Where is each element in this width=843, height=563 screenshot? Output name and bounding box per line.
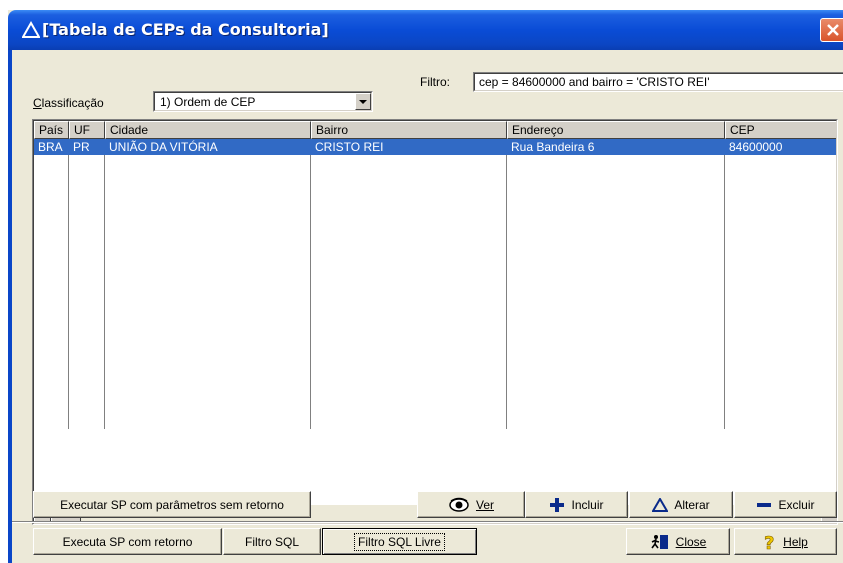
executar-sp-sem-retorno-label: Executar SP com parâmetros sem retorno [60,497,284,512]
cell-uf: PR [73,140,90,154]
main-window: [Tabela de CEPs da Consultoria] Filtro: … [8,10,843,563]
svg-text:?: ? [764,533,774,551]
classification-label-rest: lassificação [41,96,104,110]
eye-icon [449,497,469,512]
cell-endereco: Rua Bandeira 6 [511,140,595,154]
column-divider [68,139,69,429]
filtro-sql-label: Filtro SQL [244,534,299,549]
exit-door-icon [651,534,668,549]
filtro-sql-livre-label: Filtro SQL Livre [354,532,445,551]
filtro-sql-livre-button[interactable]: Filtro SQL Livre [322,528,477,555]
close-label: Close [675,534,707,549]
filter-label: Filtro: [420,75,450,89]
title-bar[interactable]: [Tabela de CEPs da Consultoria] [8,10,843,50]
column-header-cidade[interactable]: Cidade [105,121,311,139]
button-separator [12,521,843,523]
close-button[interactable]: Close [626,528,730,555]
window-title: [Tabela de CEPs da Consultoria] [42,20,329,39]
question-mark-icon: ? [764,533,775,551]
help-label: Help [783,534,808,549]
column-header-cep[interactable]: CEP [725,121,836,139]
executar-sp-sem-retorno-button[interactable]: Executar SP com parâmetros sem retorno [33,491,311,518]
filtro-sql-button[interactable]: Filtro SQL [223,528,321,555]
filter-field[interactable]: cep = 84600000 and bairro = 'CRISTO REI' [473,72,843,92]
column-header-bairro[interactable]: Bairro [311,121,507,139]
triangle-edit-icon [652,497,669,512]
column-divider [310,139,311,429]
incluir-button[interactable]: Incluir [525,491,628,518]
classification-label: Classificação [33,96,104,110]
minus-icon [757,502,772,507]
classification-selected: 1) Ordem de CEP [160,95,256,109]
column-header-endereco[interactable]: Endereço [507,121,725,139]
column-divider [104,139,105,429]
filter-value: cep = 84600000 and bairro = 'CRISTO REI' [474,73,843,91]
ver-label: Ver [475,497,494,512]
cep-grid[interactable]: País UF Cidade Bairro Endereço CEP BRA P… [32,119,838,525]
window-close-button[interactable] [820,18,843,42]
excluir-label: Excluir [778,497,815,512]
cell-pais: BRA [38,140,63,154]
cell-cep: 84600000 [729,140,783,154]
alterar-button[interactable]: Alterar [629,491,733,518]
column-divider [506,139,507,429]
ver-button[interactable]: Ver [417,491,525,518]
close-icon [827,24,839,36]
incluir-label: Incluir [571,497,604,512]
cell-cidade: UNIÃO DA VITÓRIA [109,140,218,154]
plus-icon [550,497,565,512]
triangle-app-icon [22,21,40,38]
help-button[interactable]: ? Help [734,528,837,555]
executa-sp-com-retorno-label: Executa SP com retorno [62,534,193,549]
column-header-uf[interactable]: UF [69,121,105,139]
window-body: Filtro: cep = 84600000 and bairro = 'CRI… [8,50,843,563]
classification-dropdown[interactable]: 1) Ordem de CEP [153,91,373,112]
cell-bairro: CRISTO REI [315,140,384,154]
excluir-button[interactable]: Excluir [734,491,837,518]
executa-sp-com-retorno-button[interactable]: Executa SP com retorno [33,528,222,555]
column-header-pais[interactable]: País [34,121,69,139]
dropdown-button[interactable] [355,93,371,110]
alterar-label: Alterar [674,497,710,512]
chevron-down-icon [359,100,367,104]
column-divider [724,139,725,429]
